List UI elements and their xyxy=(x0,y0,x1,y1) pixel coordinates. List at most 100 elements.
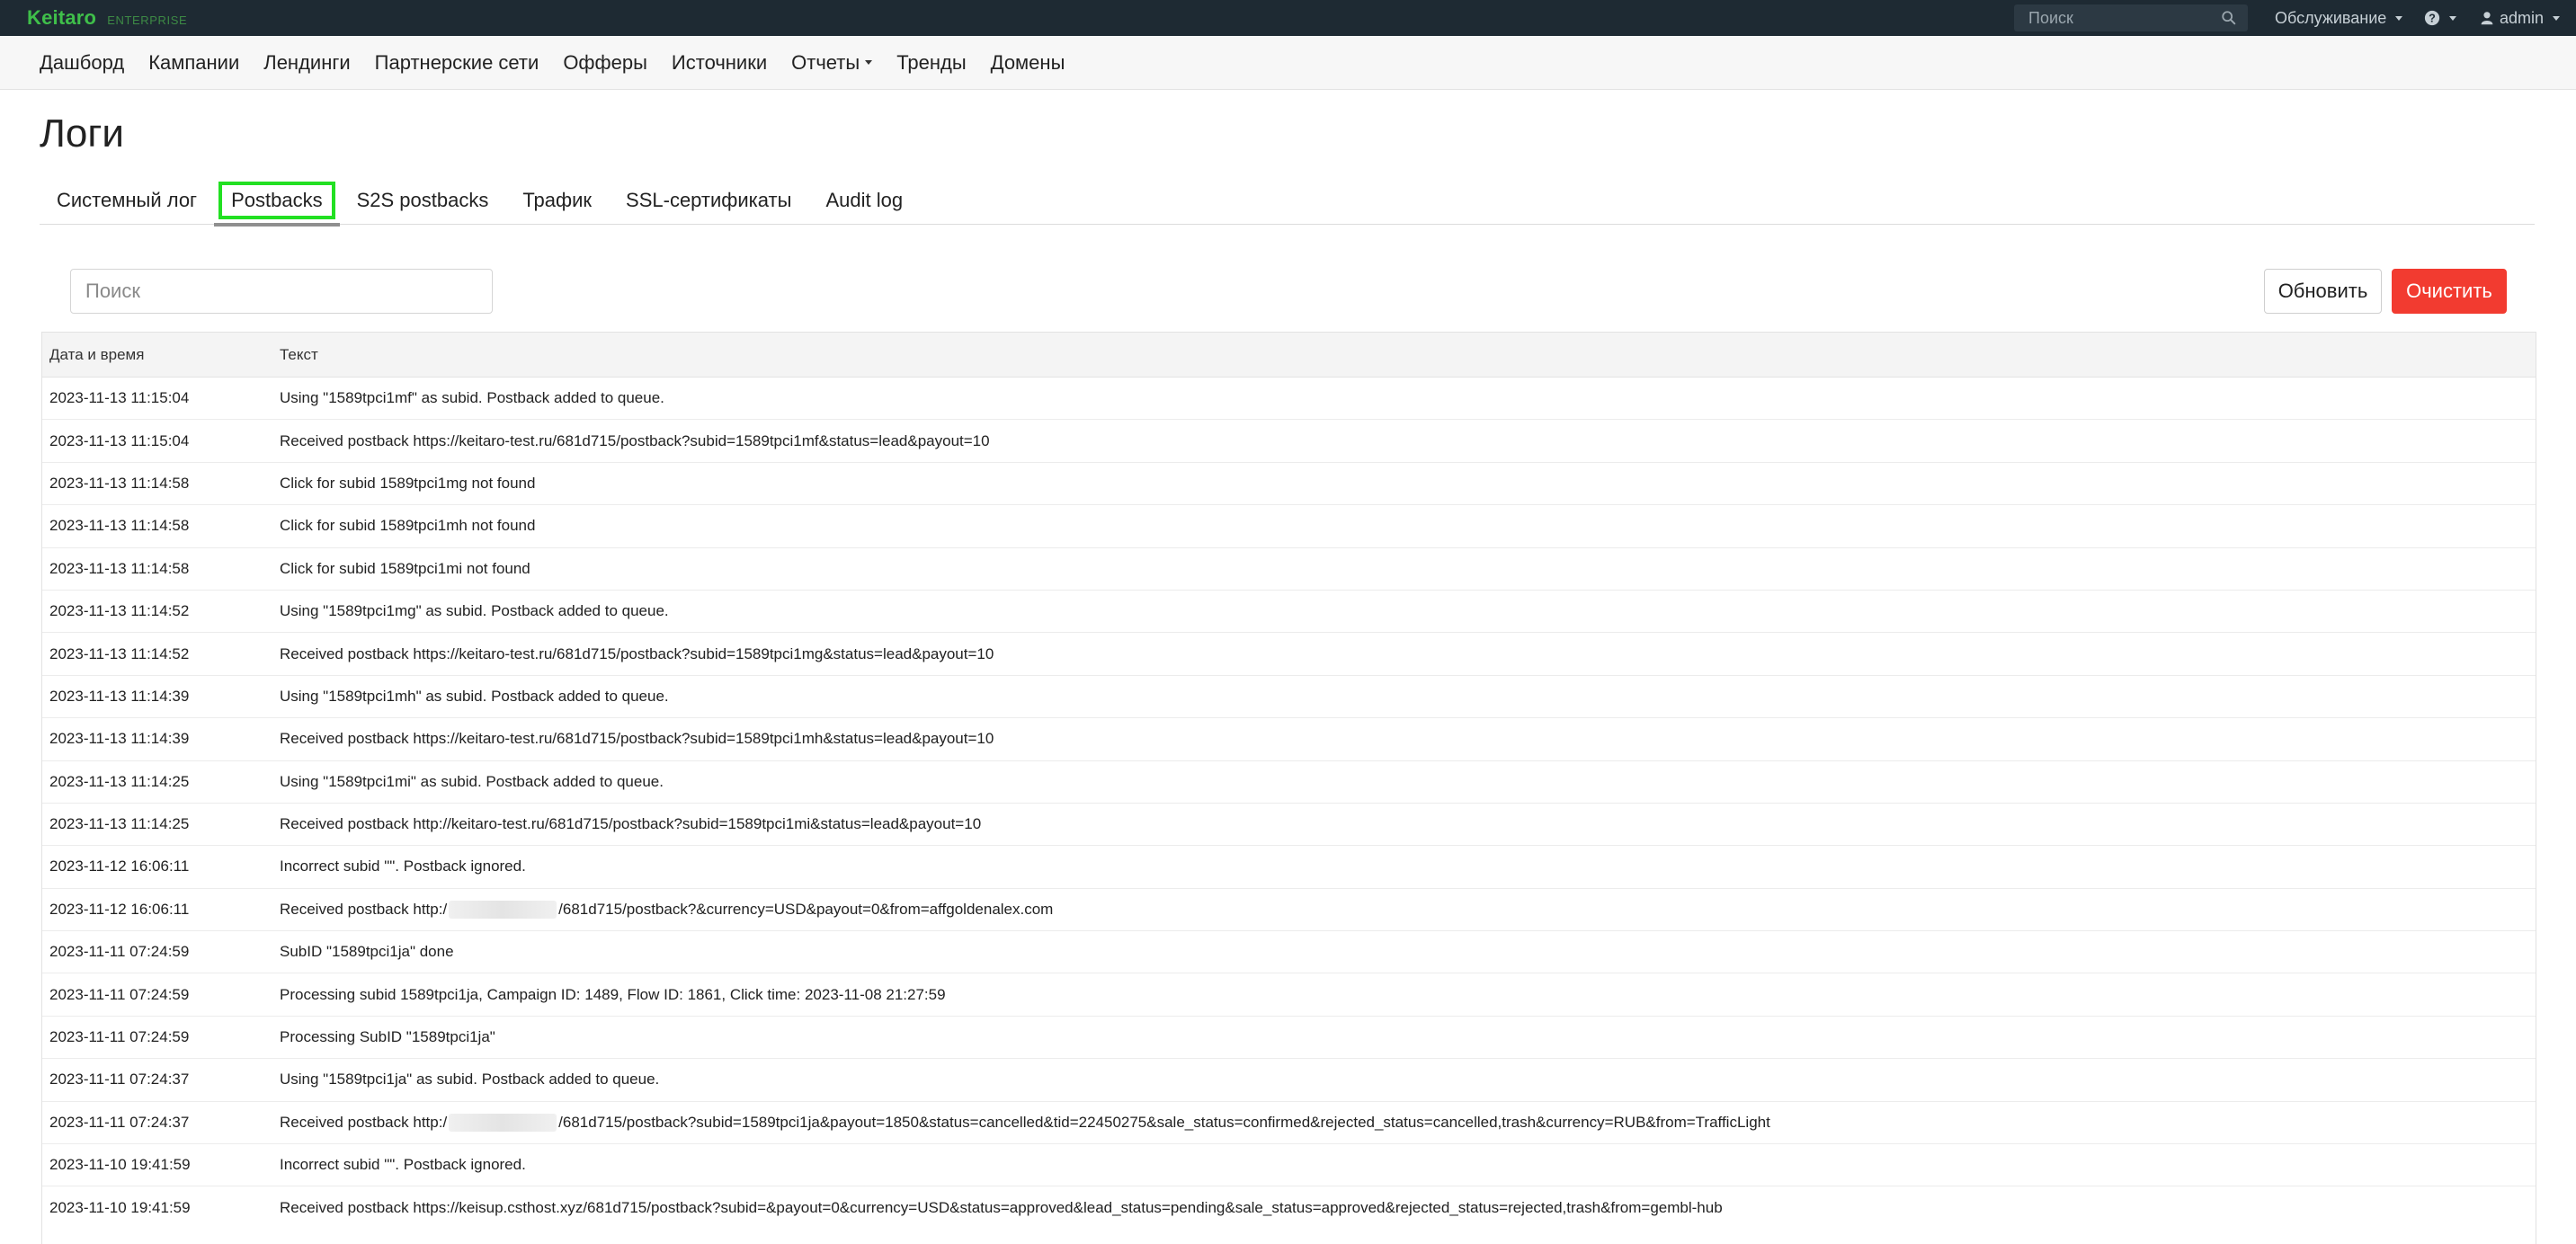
table-row: 2023-11-13 11:14:58 Click for subid 1589t… xyxy=(41,547,2536,591)
log-text: Incorrect subid "". Postback ignored. xyxy=(272,1143,2536,1187)
log-text: Using "1589tpci1mh" as subid. Postback a… xyxy=(272,675,2536,719)
nav-item-trends[interactable]: Тренды xyxy=(896,51,966,75)
log-table-body: 2023-11-13 11:15:04 Using "1589tpci1mf" a… xyxy=(41,377,2536,1230)
log-datetime: 2023-11-13 11:14:52 xyxy=(41,590,272,634)
log-datetime: 2023-11-13 11:14:39 xyxy=(41,717,272,761)
log-text: SubID "1589tpci1ja" done xyxy=(272,930,2536,974)
log-datetime: 2023-11-10 19:41:59 xyxy=(41,1143,272,1187)
log-text: Received postback http:/ /681d715/postbac… xyxy=(272,888,2536,932)
chevron-down-icon xyxy=(2449,15,2456,21)
redacted-domain xyxy=(449,901,557,920)
tab-traffic[interactable]: Трафик xyxy=(505,176,609,225)
column-header-text[interactable]: Текст xyxy=(272,332,2536,378)
logo[interactable]: Keitaro ENTERPRISE xyxy=(27,6,187,30)
table-row: 2023-11-13 11:14:39 Using "1589tpci1mh" a… xyxy=(41,675,2536,719)
edition-label: ENTERPRISE xyxy=(107,13,188,27)
log-search xyxy=(70,269,493,314)
log-text: Using "1589tpci1ja" as subid. Postback a… xyxy=(272,1058,2536,1102)
table-row: 2023-11-13 11:14:52 Using "1589tpci1mg" a… xyxy=(41,590,2536,634)
redacted-domain xyxy=(449,1114,557,1133)
refresh-button[interactable]: Обновить xyxy=(2264,269,2382,314)
log-text: Processing SubID "1589tpci1ja" xyxy=(272,1016,2536,1060)
clear-button[interactable]: Очистить xyxy=(2392,269,2507,314)
nav-item-reports-label: Отчеты xyxy=(791,50,860,74)
nav-item-campaigns[interactable]: Кампании xyxy=(148,51,239,75)
table-row: 2023-11-11 07:24:59 Processing subid 1589… xyxy=(41,973,2536,1017)
tab-system-log[interactable]: Системный лог xyxy=(40,176,214,225)
tab-label: SSL-сертификаты xyxy=(626,189,792,211)
log-text: Click for subid 1589tpci1mg not found xyxy=(272,462,2536,506)
table-row: 2023-11-10 19:41:59 Received postback htt… xyxy=(41,1186,2536,1229)
table-row: 2023-11-13 11:15:04 Received postback htt… xyxy=(41,419,2536,463)
log-datetime: 2023-11-13 11:14:52 xyxy=(41,632,272,676)
table-row: 2023-11-11 07:24:59 Processing SubID "158… xyxy=(41,1016,2536,1060)
page-title: Логи xyxy=(40,111,124,156)
topbar: Keitaro ENTERPRISE Обслуживание ? admin xyxy=(0,0,2576,36)
tab-s2s-postbacks[interactable]: S2S postbacks xyxy=(340,176,506,225)
nav-item-reports[interactable]: Отчеты xyxy=(791,50,873,75)
tab-ssl-certificates[interactable]: SSL-сертификаты xyxy=(609,176,808,225)
nav-item-affiliate-networks[interactable]: Партнерские сети xyxy=(375,51,539,75)
help-menu[interactable]: ? xyxy=(2424,0,2456,36)
global-search[interactable] xyxy=(2014,4,2248,31)
nav-item-landings[interactable]: Лендинги xyxy=(263,51,350,75)
main-nav: Дашборд Кампании Лендинги Партнерские се… xyxy=(0,36,2576,90)
log-search-input[interactable] xyxy=(71,270,492,313)
log-tabs: Системный лог Postbacks S2S postbacks Тр… xyxy=(40,176,2535,227)
log-datetime: 2023-11-13 11:14:25 xyxy=(41,760,272,804)
table-row: 2023-11-13 11:14:52 Received postback htt… xyxy=(41,632,2536,676)
log-table: Дата и время Текст 2023-11-13 11:15:04 Us… xyxy=(41,332,2536,1229)
chevron-down-icon xyxy=(865,60,873,65)
table-row: 2023-11-12 16:06:11 Incorrect subid "". P… xyxy=(41,845,2536,889)
table-header-row: Дата и время Текст xyxy=(41,332,2536,378)
global-search-input[interactable] xyxy=(2014,8,2212,28)
tab-label: Трафик xyxy=(522,189,593,211)
log-text: Received postback https://keitaro-test.r… xyxy=(272,717,2536,761)
log-datetime: 2023-11-13 11:14:58 xyxy=(41,504,272,548)
tab-postbacks[interactable]: Postbacks xyxy=(214,176,340,227)
nav-item-offers[interactable]: Офферы xyxy=(563,51,647,75)
nav-item-domains[interactable]: Домены xyxy=(991,51,1065,75)
log-datetime: 2023-11-11 07:24:59 xyxy=(41,1016,272,1060)
log-text: Using "1589tpci1mf" as subid. Postback a… xyxy=(272,377,2536,421)
log-text: Using "1589tpci1mi" as subid. Postback a… xyxy=(272,760,2536,804)
log-datetime: 2023-11-13 11:14:58 xyxy=(41,462,272,506)
user-icon xyxy=(2481,12,2493,25)
help-icon: ? xyxy=(2424,10,2440,26)
user-menu[interactable]: admin xyxy=(2480,0,2561,36)
tab-label: Системный лог xyxy=(57,189,198,211)
log-text: Received postback https://keisup.csthost… xyxy=(280,1198,1723,1216)
user-label: admin xyxy=(2500,8,2545,27)
table-row: 2023-11-13 11:14:58 Click for subid 1589t… xyxy=(41,462,2536,506)
maintenance-menu[interactable]: Обслуживание xyxy=(2275,0,2403,36)
log-datetime: 2023-11-12 16:06:11 xyxy=(41,845,272,889)
nav-item-dashboard[interactable]: Дашборд xyxy=(40,51,124,75)
tab-label: Audit log xyxy=(825,189,904,211)
table-row: 2023-11-11 07:24:37 Using "1589tpci1ja" a… xyxy=(41,1058,2536,1102)
column-header-datetime[interactable]: Дата и время xyxy=(41,332,272,378)
log-datetime: 2023-11-13 11:15:04 xyxy=(41,377,272,421)
search-icon[interactable] xyxy=(2221,10,2237,26)
tab-label: Postbacks xyxy=(218,182,335,219)
table-row: 2023-11-10 19:41:59 Incorrect subid "". P… xyxy=(41,1143,2536,1187)
table-row: 2023-11-12 16:06:11 Received postback htt… xyxy=(41,888,2536,932)
tab-audit-log[interactable]: Audit log xyxy=(808,176,920,225)
log-datetime: 2023-11-11 07:24:37 xyxy=(41,1101,272,1145)
log-text: Received postback http://keitaro-test.ru… xyxy=(272,803,2536,847)
svg-text:?: ? xyxy=(2429,13,2436,25)
table-row: 2023-11-13 11:14:58 Click for subid 1589t… xyxy=(41,504,2536,548)
chevron-down-icon xyxy=(2395,15,2403,21)
nav-item-sources[interactable]: Источники xyxy=(672,51,767,75)
log-datetime: 2023-11-11 07:24:59 xyxy=(41,930,272,974)
table-row: 2023-11-13 11:14:25 Received postback htt… xyxy=(41,803,2536,847)
log-datetime: 2023-11-13 11:14:39 xyxy=(41,675,272,719)
table-row: 2023-11-11 07:24:37 Received postback htt… xyxy=(41,1101,2536,1145)
log-datetime: 2023-11-11 07:24:59 xyxy=(41,973,272,1017)
log-text-rest: /681d715/postback?subid=1589tpci1ja&payo… xyxy=(558,1113,1770,1131)
log-text: Processing subid 1589tpci1ja, Campaign I… xyxy=(272,973,2536,1017)
log-datetime: 2023-11-11 07:24:37 xyxy=(41,1058,272,1102)
log-datetime: 2023-11-13 11:14:25 xyxy=(41,803,272,847)
table-row: 2023-11-13 11:14:39 Received postback htt… xyxy=(41,717,2536,761)
maintenance-label: Обслуживание xyxy=(2275,8,2387,27)
log-text: Received postback http:/ /681d715/postbac… xyxy=(272,1101,2536,1145)
